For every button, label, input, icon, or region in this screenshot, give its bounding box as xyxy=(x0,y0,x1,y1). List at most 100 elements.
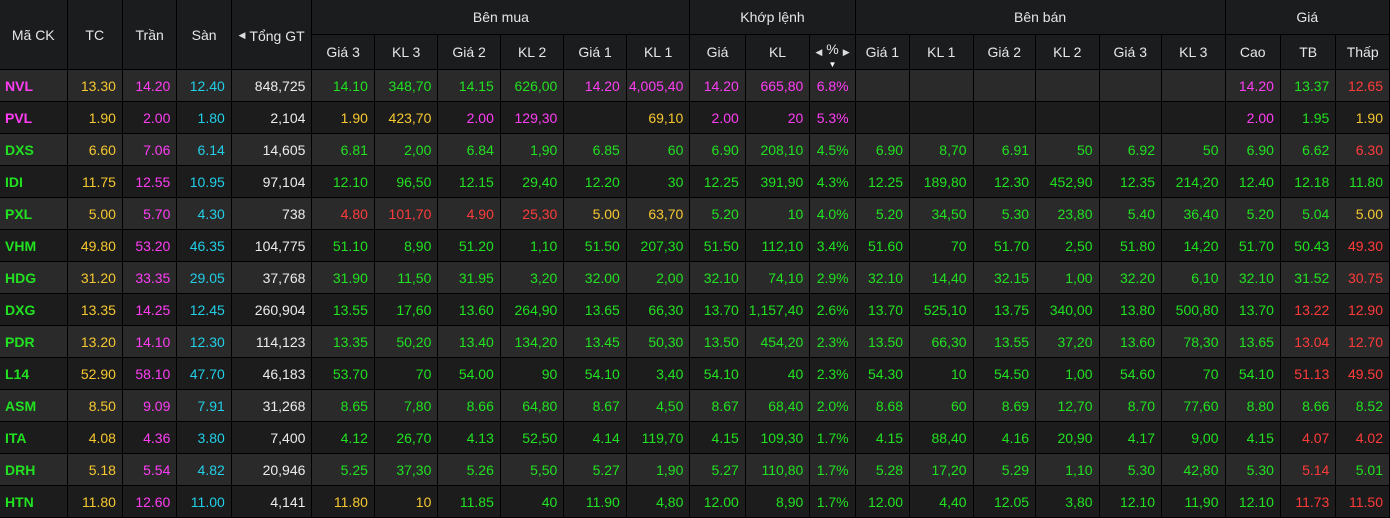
header-ask-vol3[interactable]: KL 3 xyxy=(1162,35,1226,70)
header-ask-price2[interactable]: Giá 2 xyxy=(974,35,1036,70)
cell-avg: 1.95 xyxy=(1281,102,1336,134)
cell-symbol[interactable]: PDR xyxy=(0,326,68,358)
cell-bid-vol2: 3,20 xyxy=(501,262,564,294)
cell-ask-price3: 32.20 xyxy=(1100,262,1162,294)
table-row[interactable]: PXL5.005.704.307384.80101,704.9025,305.0… xyxy=(0,198,1390,230)
cell-ask-price2: 6.91 xyxy=(974,134,1036,166)
header-avg[interactable]: TB xyxy=(1281,35,1336,70)
table-row[interactable]: IDI11.7512.5510.9597,10412.1096,5012.152… xyxy=(0,166,1390,198)
cell-bid-price1: 54.10 xyxy=(564,358,626,390)
cell-symbol[interactable]: PXL xyxy=(0,198,68,230)
cell-avg: 50.43 xyxy=(1281,230,1336,262)
cell-ask-price3: 13.80 xyxy=(1100,294,1162,326)
cell-symbol[interactable]: DXG xyxy=(0,294,68,326)
cell-symbol[interactable]: L14 xyxy=(0,358,68,390)
table-row[interactable]: DXS6.607.066.1414,6056.812,006.841,906.8… xyxy=(0,134,1390,166)
table-row[interactable]: DXG13.3514.2512.45260,90413.5517,6013.60… xyxy=(0,294,1390,326)
cell-symbol[interactable]: PVL xyxy=(0,102,68,134)
header-floor[interactable]: Sàn xyxy=(177,0,231,70)
cell-ask-price3: 5.40 xyxy=(1100,198,1162,230)
cell-ceiling: 14.10 xyxy=(123,326,177,358)
cell-ask-price1: 4.15 xyxy=(856,422,910,454)
header-ask-group: Bên bán xyxy=(856,0,1226,35)
table-row[interactable]: PDR13.2014.1012.30114,12313.3550,2013.40… xyxy=(0,326,1390,358)
table-row[interactable]: HTN11.8012.6011.004,14111.801011.854011.… xyxy=(0,486,1390,518)
header-match-vol[interactable]: KL xyxy=(746,35,811,70)
cell-symbol[interactable]: DRH xyxy=(0,454,68,486)
header-bid-price2[interactable]: Giá 2 xyxy=(438,35,500,70)
table-row[interactable]: PVL1.902.001.802,1041.90423,702.00129,30… xyxy=(0,102,1390,134)
cell-bid-price1: 51.50 xyxy=(564,230,626,262)
cell-ask-price3: 8.70 xyxy=(1100,390,1162,422)
cell-avg: 4.07 xyxy=(1281,422,1336,454)
cell-match-vol: 74,10 xyxy=(746,262,811,294)
table-row[interactable]: HDG31.2033.3529.0537,76831.9011,5031.953… xyxy=(0,262,1390,294)
sort-left-icon[interactable]: ◀ xyxy=(239,30,246,41)
table-row[interactable]: ITA4.084.363.807,4004.1226,704.1352,504.… xyxy=(0,422,1390,454)
table-row[interactable]: VHM49.8053.2046.35104,77551.108,9051.201… xyxy=(0,230,1390,262)
header-ask-vol2[interactable]: KL 2 xyxy=(1036,35,1099,70)
header-bid-price3[interactable]: Giá 3 xyxy=(312,35,374,70)
cell-symbol[interactable]: NVL xyxy=(0,70,68,102)
header-bid-vol3[interactable]: KL 3 xyxy=(375,35,438,70)
sort-right-icon[interactable]: ▶ xyxy=(843,47,850,58)
header-ask-price1[interactable]: Giá 1 xyxy=(856,35,910,70)
cell-ask-price3: 12.35 xyxy=(1100,166,1162,198)
cell-symbol[interactable]: ASM xyxy=(0,390,68,422)
cell-match-price: 5.20 xyxy=(690,198,745,230)
header-low[interactable]: Thấp xyxy=(1336,35,1390,70)
cell-symbol[interactable]: IDI xyxy=(0,166,68,198)
header-match-price[interactable]: Giá xyxy=(690,35,745,70)
cell-floor: 3.80 xyxy=(177,422,231,454)
cell-bid-price1: 6.85 xyxy=(564,134,626,166)
cell-low: 49.50 xyxy=(1336,358,1390,390)
cell-high: 14.20 xyxy=(1226,70,1281,102)
cell-match-pct: 2.6% xyxy=(810,294,855,326)
cell-bid-vol1: 3,40 xyxy=(627,358,691,390)
header-ask-vol1[interactable]: KL 1 xyxy=(910,35,973,70)
cell-high: 13.70 xyxy=(1226,294,1281,326)
cell-total-value: 7,400 xyxy=(232,422,313,454)
header-bid-price1[interactable]: Giá 1 xyxy=(564,35,626,70)
cell-symbol[interactable]: HDG xyxy=(0,262,68,294)
cell-low: 5.00 xyxy=(1336,198,1390,230)
header-match-pct[interactable]: ◀ %▼ ▶ xyxy=(810,35,855,70)
cell-symbol[interactable]: HTN xyxy=(0,486,68,518)
cell-bid-vol3: 50,20 xyxy=(375,326,438,358)
cell-symbol[interactable]: ITA xyxy=(0,422,68,454)
header-bid-vol1[interactable]: KL 1 xyxy=(627,35,691,70)
cell-bid-vol3: 17,60 xyxy=(375,294,438,326)
table-row[interactable]: NVL13.3014.2012.40848,72514.10348,7014.1… xyxy=(0,70,1390,102)
cell-symbol[interactable]: DXS xyxy=(0,134,68,166)
header-ask-price3[interactable]: Giá 3 xyxy=(1100,35,1162,70)
header-ref[interactable]: TC xyxy=(68,0,123,70)
cell-bid-price2: 5.26 xyxy=(438,454,500,486)
sort-desc-icon[interactable]: ▼ xyxy=(828,60,836,69)
header-bid-vol2[interactable]: KL 2 xyxy=(501,35,564,70)
cell-ask-price2: 51.70 xyxy=(974,230,1036,262)
cell-ask-vol1: 34,50 xyxy=(910,198,973,230)
header-bid-group: Bên mua xyxy=(312,0,690,35)
cell-floor: 6.14 xyxy=(177,134,231,166)
cell-ceiling: 53.20 xyxy=(123,230,177,262)
cell-high: 4.15 xyxy=(1226,422,1281,454)
cell-high: 12.10 xyxy=(1226,486,1281,518)
header-high[interactable]: Cao xyxy=(1226,35,1281,70)
header-total-value[interactable]: ◀Tổng GT xyxy=(232,0,313,70)
cell-ask-vol3 xyxy=(1162,70,1226,102)
cell-ask-price3: 5.30 xyxy=(1100,454,1162,486)
cell-bid-price2: 31.95 xyxy=(438,262,500,294)
sort-left-icon[interactable]: ◀ xyxy=(815,47,822,58)
cell-ref: 5.18 xyxy=(68,454,123,486)
cell-bid-price1: 5.00 xyxy=(564,198,626,230)
table-row[interactable]: ASM8.509.097.9131,2688.657,808.6664,808.… xyxy=(0,390,1390,422)
header-floor-label: Sàn xyxy=(192,27,217,43)
cell-bid-price1: 5.27 xyxy=(564,454,626,486)
header-ceiling[interactable]: Trần xyxy=(123,0,177,70)
table-row[interactable]: L1452.9058.1047.7046,18353.707054.009054… xyxy=(0,358,1390,390)
header-symbol[interactable]: Mã CK xyxy=(0,0,68,70)
cell-bid-price2: 51.20 xyxy=(438,230,500,262)
cell-symbol[interactable]: VHM xyxy=(0,230,68,262)
table-row[interactable]: DRH5.185.544.8220,9465.2537,305.265,505.… xyxy=(0,454,1390,486)
cell-bid-vol3: 11,50 xyxy=(375,262,438,294)
